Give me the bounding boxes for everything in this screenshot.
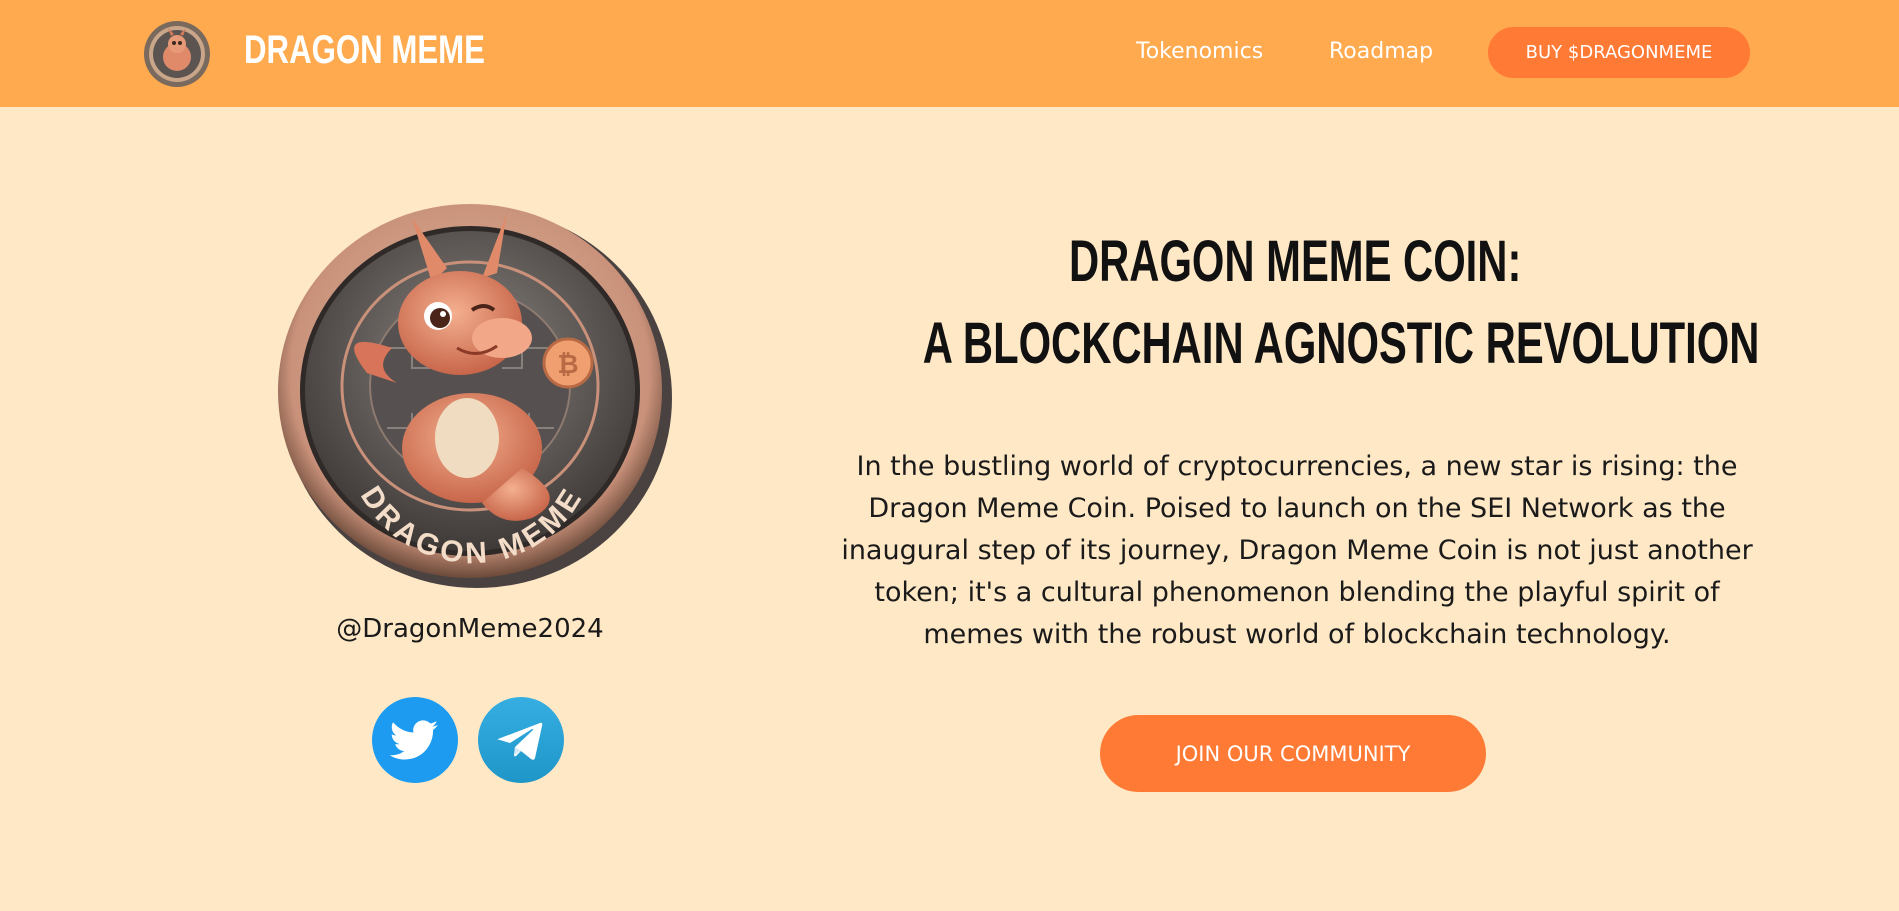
dragon-coin-logo[interactable] <box>143 20 211 88</box>
join-community-button[interactable]: JOIN OUR COMMUNITY <box>1100 715 1486 792</box>
dragon-meme-coin-image: ₿ DRAGON MEME <box>272 198 672 588</box>
twitter-bird-icon <box>389 720 438 760</box>
nav-link-roadmap[interactable]: Roadmap <box>1329 39 1433 64</box>
buy-token-button[interactable]: BUY $DRAGONMEME <box>1488 27 1750 78</box>
top-navbar: DRAGON MEME Tokenomics Roadmap BUY $DRAG… <box>0 0 1899 107</box>
social-handle: @DragonMeme2024 <box>336 614 604 644</box>
hero-title-line2: A BLOCKCHAIN AGNOSTIC REVOLUTION <box>922 311 1760 376</box>
hero-title-line1: DRAGON MEME COIN: <box>1068 229 1522 294</box>
brand-title[interactable]: DRAGON MEME <box>244 28 485 73</box>
telegram-plane-icon <box>497 722 543 760</box>
nav-link-tokenomics[interactable]: Tokenomics <box>1136 39 1263 64</box>
svg-text:₿: ₿ <box>557 350 578 380</box>
telegram-link[interactable] <box>478 697 564 783</box>
hero-description: In the bustling world of cryptocurrencie… <box>841 451 1753 650</box>
twitter-link[interactable] <box>372 697 458 783</box>
